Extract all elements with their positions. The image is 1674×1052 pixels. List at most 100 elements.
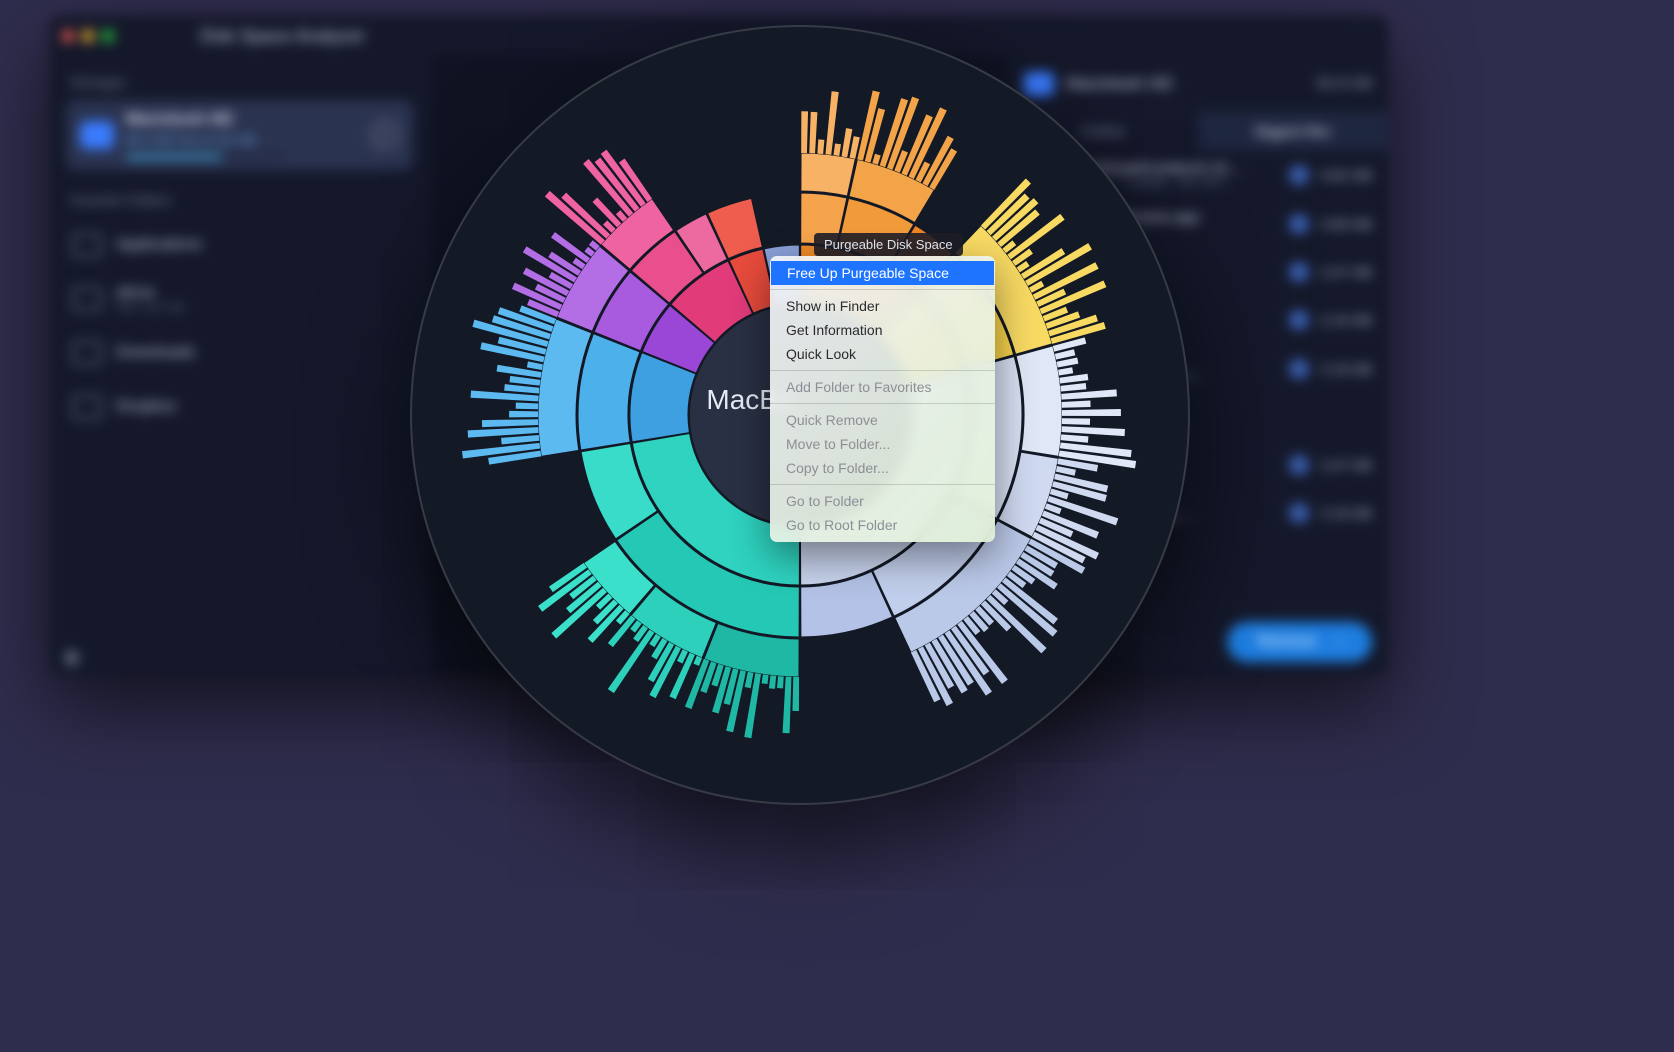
- remove-button[interactable]: Remove ›: [1227, 622, 1372, 662]
- info-icon[interactable]: [1289, 310, 1309, 330]
- info-icon[interactable]: [1289, 262, 1309, 282]
- favorites-label: Favorite Folders: [70, 192, 409, 208]
- menu-item[interactable]: Show in Finder: [770, 294, 995, 318]
- menu-item: Copy to Folder...: [770, 456, 995, 480]
- sunburst-bar: [1062, 409, 1121, 416]
- info-icon[interactable]: [1289, 214, 1309, 234]
- sunburst-bar: [777, 676, 784, 688]
- sunburst-bar: [1061, 389, 1117, 399]
- info-icon[interactable]: [1289, 455, 1309, 475]
- sunburst-bar: [1056, 466, 1076, 476]
- menu-separator: [770, 403, 995, 404]
- menu-separator: [770, 370, 995, 371]
- sunburst-bar: [504, 384, 539, 393]
- info-icon[interactable]: [1289, 503, 1309, 523]
- close-icon[interactable]: [62, 30, 74, 42]
- sunburst-bar: [745, 672, 754, 688]
- menu-separator: [770, 289, 995, 290]
- sunburst-bar: [509, 411, 538, 417]
- favorite-item-dropbox[interactable]: Dropbox: [66, 380, 413, 434]
- menu-item: Go to Root Folder: [770, 513, 995, 537]
- menu-item: Move to Folder...: [770, 432, 995, 456]
- menu-item[interactable]: Get Information: [770, 318, 995, 342]
- sunburst-bar: [1055, 349, 1076, 359]
- favorite-name: Downloads: [116, 344, 195, 362]
- menu-separator: [770, 484, 995, 485]
- disk-header: Macintosh HD 82.8 GB: [1008, 56, 1388, 112]
- sunburst-bar: [1061, 426, 1125, 436]
- minimize-icon[interactable]: [82, 30, 94, 42]
- tab-biggest-files[interactable]: Biggest files: [1198, 112, 1388, 150]
- menu-item[interactable]: Free Up Purgeable Space: [771, 261, 994, 285]
- favorite-item-applications[interactable]: Applications: [66, 218, 413, 272]
- sunburst-bar: [1058, 367, 1073, 375]
- sunburst-bar: [762, 674, 769, 684]
- storage-free: 86.5 GB Free of 121 GB: [126, 133, 286, 147]
- info-icon[interactable]: [1289, 165, 1309, 185]
- sunburst-bar: [1062, 418, 1090, 425]
- scan-button[interactable]: [371, 121, 399, 149]
- zoom-icon[interactable]: [102, 30, 114, 42]
- context-menu: Free Up Purgeable Space Show in FinderGet…: [770, 256, 995, 542]
- storages-label: Storages: [70, 74, 409, 90]
- favorite-name: alexa: [116, 284, 184, 302]
- window-controls[interactable]: [62, 30, 114, 42]
- sunburst-segment[interactable]: [801, 153, 855, 196]
- favorite-name: Dropbox: [116, 398, 176, 416]
- file-size: 2.19 GB: [1321, 505, 1372, 521]
- folder-icon: [72, 287, 102, 311]
- sunburst-bar: [501, 435, 539, 444]
- sidebar: Storages Macintosh HD 86.5 GB Free of 12…: [50, 56, 430, 676]
- sunburst-bar: [527, 361, 543, 370]
- favorite-name: Applications: [116, 236, 202, 254]
- menu-item[interactable]: Quick Look: [770, 342, 995, 366]
- sunburst-bar: [792, 677, 799, 711]
- sunburst-bar: [872, 154, 880, 165]
- sunburst-bar: [1057, 358, 1079, 368]
- storage-name: Macintosh HD: [126, 111, 286, 129]
- favorite-sub: Size: 18.0 GB: [116, 302, 184, 314]
- sunburst-bar: [1025, 243, 1092, 286]
- info-icon[interactable]: [1289, 359, 1309, 379]
- favorite-item-downloads[interactable]: Downloads: [66, 326, 413, 380]
- folder-icon: [72, 395, 102, 419]
- disk-icon: [1024, 72, 1054, 96]
- sunburst-bar: [783, 677, 792, 734]
- file-size: 2.47 GB: [1321, 457, 1372, 473]
- storage-usage-bar: [126, 155, 286, 159]
- sunburst-bar: [1061, 434, 1089, 442]
- remove-label: Remove: [1257, 633, 1317, 651]
- file-size: 2.47 GB: [1321, 264, 1372, 280]
- sunburst-bar: [509, 376, 540, 386]
- sunburst-segment[interactable]: [1016, 346, 1062, 456]
- sunburst-bar: [801, 111, 808, 153]
- sunburst-bar: [817, 139, 824, 154]
- disk-name: Macintosh HD: [1066, 74, 1305, 94]
- gear-icon[interactable]: [60, 648, 80, 668]
- sunburst-bar: [769, 675, 776, 689]
- sunburst-bar: [482, 419, 538, 427]
- folder-icon: [72, 233, 102, 257]
- sunburst-bar: [1060, 383, 1086, 392]
- file-size: 3.99 GB: [1321, 216, 1372, 232]
- context-menu-title: Purgeable Disk Space: [814, 233, 963, 256]
- favorite-item-user[interactable]: alexa Size: 18.0 GB: [66, 272, 413, 326]
- file-size: 2.19 GB: [1321, 312, 1372, 328]
- menu-item: Go to Folder: [770, 489, 995, 513]
- sunburst-bar: [1059, 374, 1088, 384]
- sunburst-bar: [516, 402, 539, 409]
- menu-item: Add Folder to Favorites: [770, 375, 995, 399]
- file-size: 2.19 GB: [1321, 361, 1372, 377]
- sunburst-bar: [1062, 401, 1091, 408]
- chevron-right-icon: ›: [1337, 633, 1342, 651]
- sunburst-bar: [834, 143, 841, 156]
- folder-icon: [72, 341, 102, 365]
- file-size: 5.82 GB: [1321, 167, 1372, 183]
- app-title: Disk Space Analyzer: [200, 26, 365, 47]
- storage-row[interactable]: Macintosh HD 86.5 GB Free of 121 GB: [66, 100, 413, 170]
- sunburst-bar: [601, 150, 646, 207]
- menu-item: Quick Remove: [770, 408, 995, 432]
- disk-icon: [80, 121, 114, 149]
- disk-size: 82.8 GB: [1317, 75, 1372, 92]
- sunburst-bar: [809, 112, 817, 154]
